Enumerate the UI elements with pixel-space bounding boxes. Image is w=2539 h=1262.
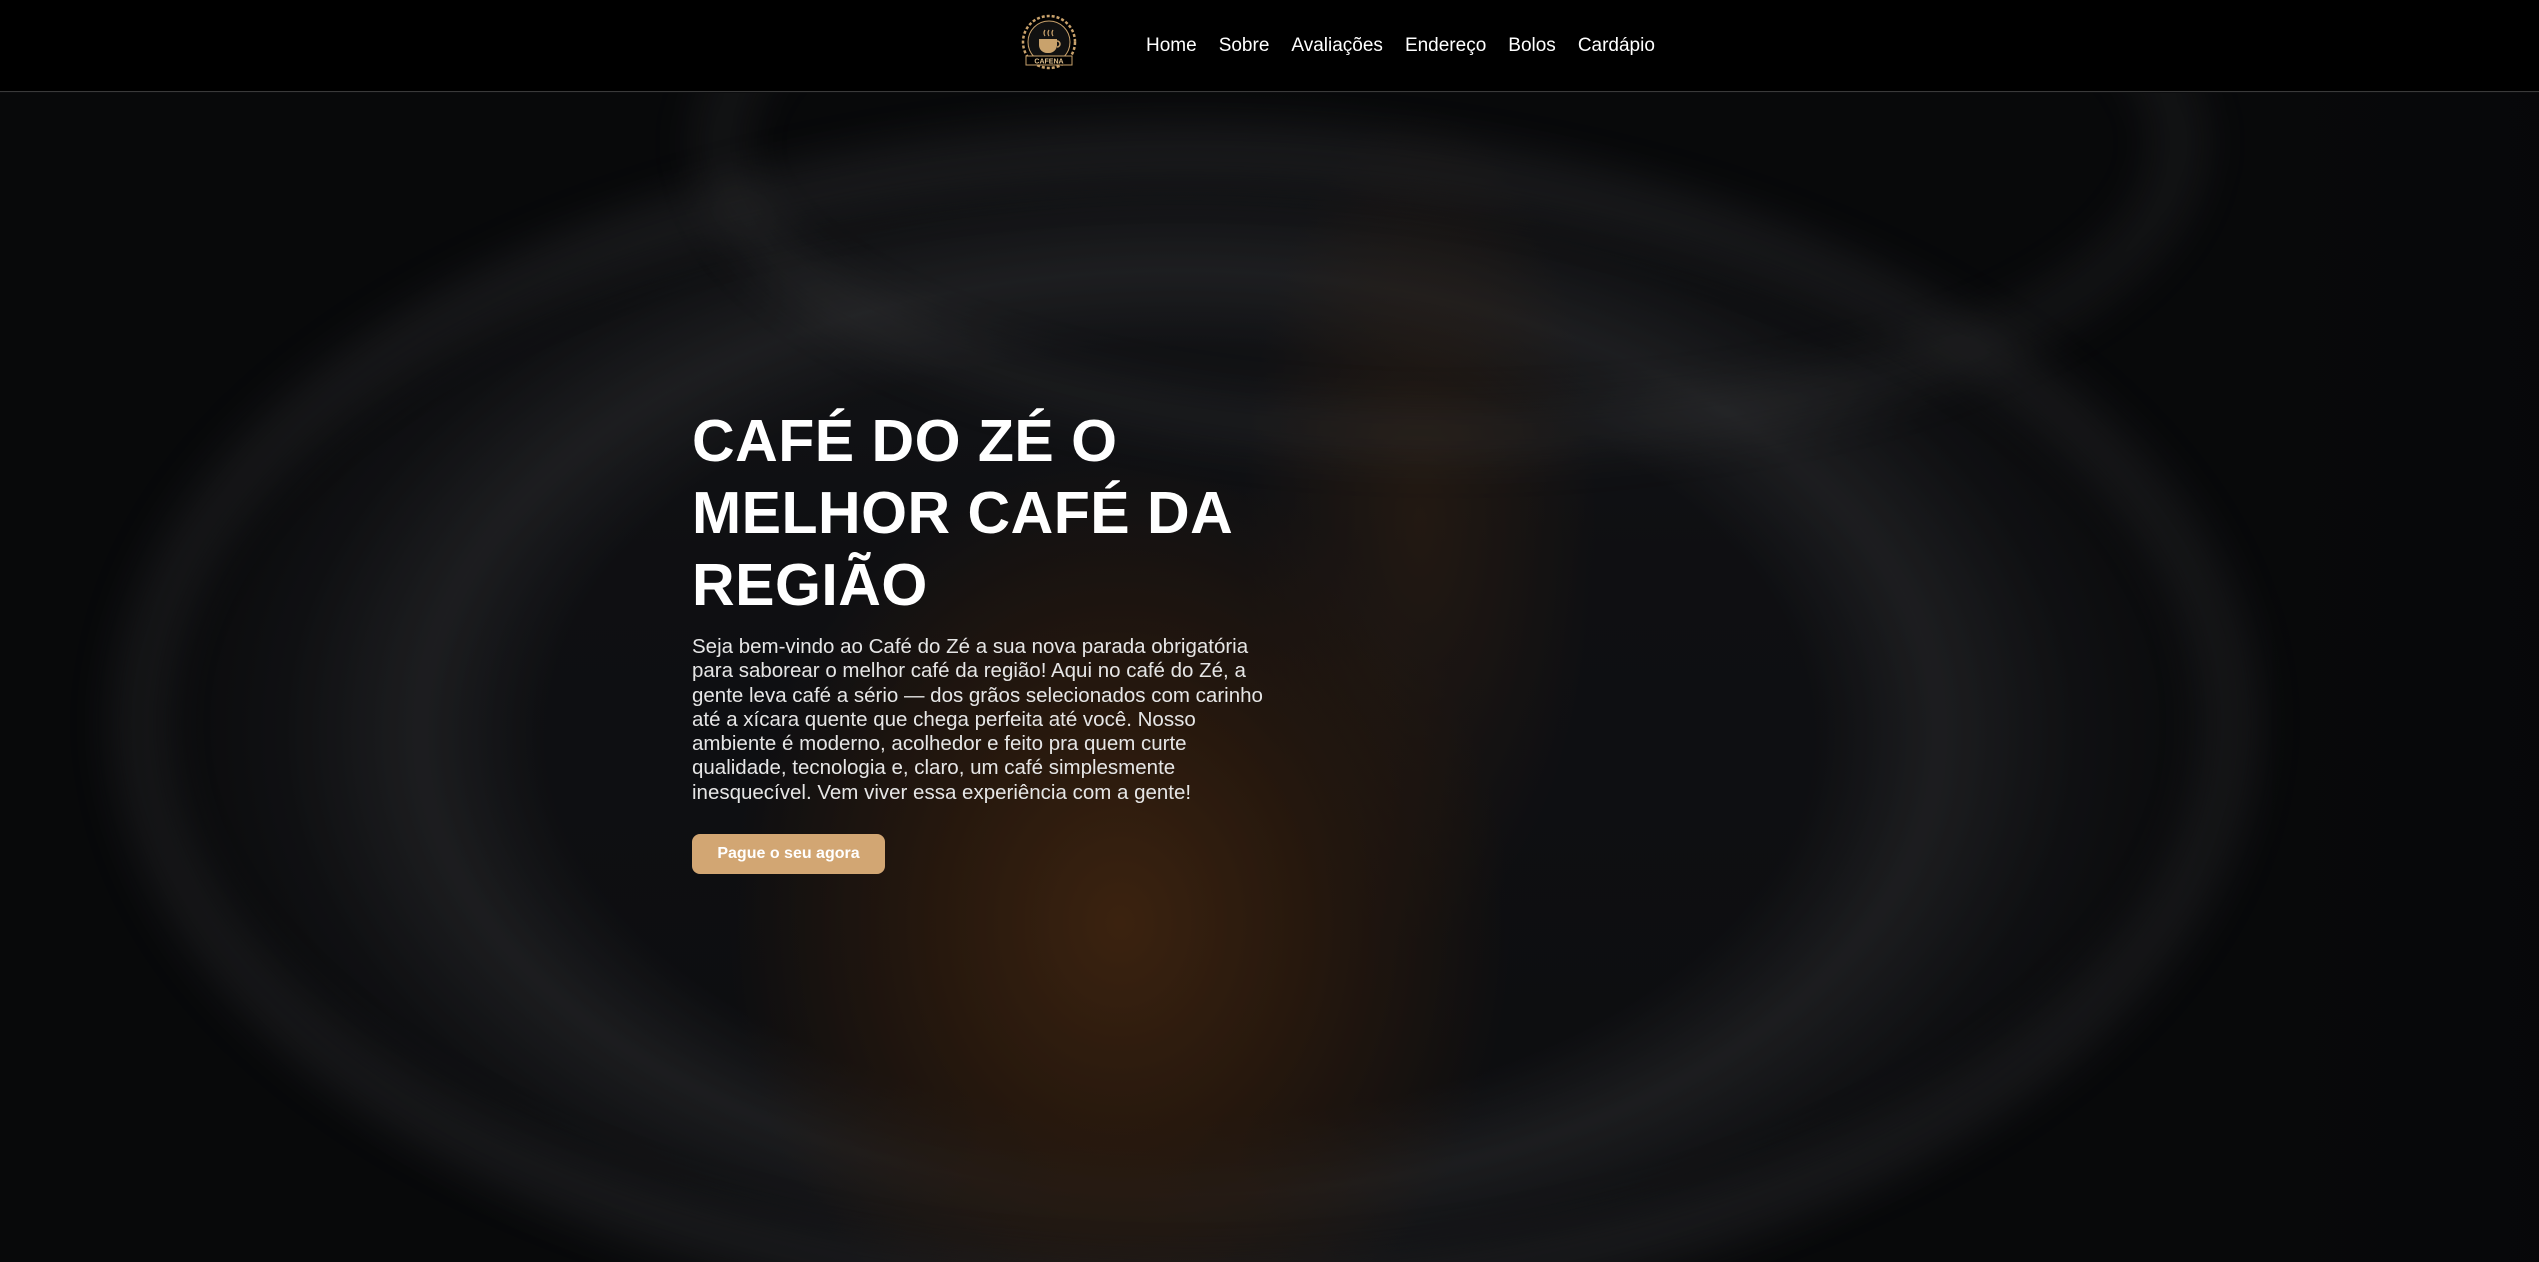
coffee-cup-emblem-icon: CAFENA — [1021, 14, 1077, 70]
navbar: CAFENA Home Sobre Avaliações Endereço Bo… — [0, 0, 2539, 92]
nav-item-cardapio[interactable]: Cardápio — [1578, 32, 1655, 60]
hero-title-line-3: REGIÃO — [692, 552, 928, 618]
hero-content: CAFÉ DO ZÉ O MELHOR CAFÉ DA REGIÃO Seja … — [692, 405, 1272, 875]
hero-title: CAFÉ DO ZÉ O MELHOR CAFÉ DA REGIÃO — [692, 405, 1272, 621]
main-nav: Home Sobre Avaliações Endereço Bolos Car… — [1146, 32, 1655, 60]
nav-item-bolos[interactable]: Bolos — [1508, 32, 1556, 60]
hero-title-line-1: CAFÉ DO ZÉ O — [692, 408, 1118, 474]
nav-item-avaliacoes[interactable]: Avaliações — [1291, 32, 1383, 60]
nav-item-sobre[interactable]: Sobre — [1219, 32, 1270, 60]
hero-section: CAFÉ DO ZÉ O MELHOR CAFÉ DA REGIÃO Seja … — [0, 93, 2539, 1262]
logo-text: CAFENA — [1034, 59, 1063, 66]
nav-item-endereco[interactable]: Endereço — [1405, 32, 1486, 60]
nav-item-home[interactable]: Home — [1146, 32, 1197, 60]
logo[interactable]: CAFENA — [1012, 12, 1086, 76]
hero-title-line-2: MELHOR CAFÉ DA — [692, 480, 1234, 546]
pay-now-button[interactable]: Pague o seu agora — [692, 834, 885, 875]
hero-description: Seja bem-vindo ao Café do Zé a sua nova … — [692, 635, 1263, 804]
